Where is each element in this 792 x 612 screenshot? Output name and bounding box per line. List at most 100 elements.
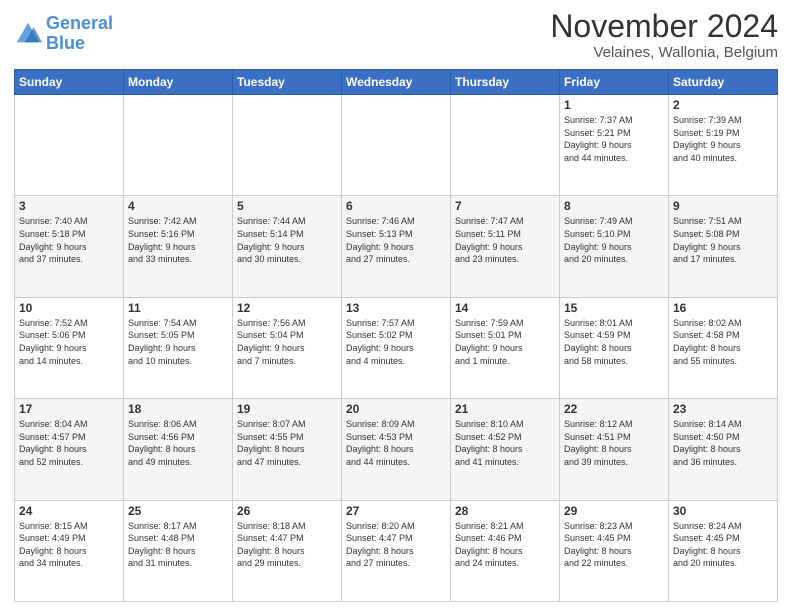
header: General Blue November 2024 Velaines, Wal…	[14, 10, 778, 61]
calendar-cell: 6 Sunrise: 7:46 AM Sunset: 5:13 PM Daylig…	[342, 196, 451, 297]
day-info: Sunrise: 7:46 AM Sunset: 5:13 PM Dayligh…	[346, 215, 446, 265]
calendar-cell: 24 Sunrise: 8:15 AM Sunset: 4:49 PM Dayli…	[15, 500, 124, 601]
month-title: November 2024	[550, 10, 778, 42]
day-info: Sunrise: 8:24 AM Sunset: 4:45 PM Dayligh…	[673, 520, 773, 570]
day-number: 6	[346, 199, 446, 213]
calendar-table: SundayMondayTuesdayWednesdayThursdayFrid…	[14, 69, 778, 602]
day-info: Sunrise: 8:17 AM Sunset: 4:48 PM Dayligh…	[128, 520, 228, 570]
calendar-cell: 28 Sunrise: 8:21 AM Sunset: 4:46 PM Dayli…	[451, 500, 560, 601]
calendar-cell: 9 Sunrise: 7:51 AM Sunset: 5:08 PM Daylig…	[669, 196, 778, 297]
col-header-saturday: Saturday	[669, 70, 778, 95]
col-header-tuesday: Tuesday	[233, 70, 342, 95]
day-number: 9	[673, 199, 773, 213]
day-info: Sunrise: 8:12 AM Sunset: 4:51 PM Dayligh…	[564, 418, 664, 468]
day-info: Sunrise: 7:52 AM Sunset: 5:06 PM Dayligh…	[19, 317, 119, 367]
day-info: Sunrise: 8:01 AM Sunset: 4:59 PM Dayligh…	[564, 317, 664, 367]
day-info: Sunrise: 8:23 AM Sunset: 4:45 PM Dayligh…	[564, 520, 664, 570]
day-number: 12	[237, 301, 337, 315]
calendar-week-0: 1 Sunrise: 7:37 AM Sunset: 5:21 PM Daylig…	[15, 95, 778, 196]
day-info: Sunrise: 7:54 AM Sunset: 5:05 PM Dayligh…	[128, 317, 228, 367]
day-number: 18	[128, 402, 228, 416]
day-info: Sunrise: 8:15 AM Sunset: 4:49 PM Dayligh…	[19, 520, 119, 570]
calendar-cell: 7 Sunrise: 7:47 AM Sunset: 5:11 PM Daylig…	[451, 196, 560, 297]
calendar-cell: 29 Sunrise: 8:23 AM Sunset: 4:45 PM Dayli…	[560, 500, 669, 601]
day-number: 2	[673, 98, 773, 112]
day-info: Sunrise: 7:37 AM Sunset: 5:21 PM Dayligh…	[564, 114, 664, 164]
day-info: Sunrise: 7:39 AM Sunset: 5:19 PM Dayligh…	[673, 114, 773, 164]
day-info: Sunrise: 8:21 AM Sunset: 4:46 PM Dayligh…	[455, 520, 555, 570]
location-title: Velaines, Wallonia, Belgium	[550, 44, 778, 61]
day-number: 17	[19, 402, 119, 416]
day-number: 28	[455, 504, 555, 518]
day-info: Sunrise: 7:44 AM Sunset: 5:14 PM Dayligh…	[237, 215, 337, 265]
day-number: 1	[564, 98, 664, 112]
day-number: 29	[564, 504, 664, 518]
day-info: Sunrise: 8:14 AM Sunset: 4:50 PM Dayligh…	[673, 418, 773, 468]
calendar-cell: 1 Sunrise: 7:37 AM Sunset: 5:21 PM Daylig…	[560, 95, 669, 196]
logo-text: General Blue	[46, 14, 113, 54]
calendar-cell: 2 Sunrise: 7:39 AM Sunset: 5:19 PM Daylig…	[669, 95, 778, 196]
calendar-cell: 18 Sunrise: 8:06 AM Sunset: 4:56 PM Dayli…	[124, 399, 233, 500]
calendar-cell: 3 Sunrise: 7:40 AM Sunset: 5:18 PM Daylig…	[15, 196, 124, 297]
day-info: Sunrise: 7:59 AM Sunset: 5:01 PM Dayligh…	[455, 317, 555, 367]
calendar-cell: 15 Sunrise: 8:01 AM Sunset: 4:59 PM Dayli…	[560, 297, 669, 398]
col-header-wednesday: Wednesday	[342, 70, 451, 95]
day-number: 16	[673, 301, 773, 315]
calendar-cell: 19 Sunrise: 8:07 AM Sunset: 4:55 PM Dayli…	[233, 399, 342, 500]
day-number: 20	[346, 402, 446, 416]
calendar-cell	[124, 95, 233, 196]
calendar-cell: 25 Sunrise: 8:17 AM Sunset: 4:48 PM Dayli…	[124, 500, 233, 601]
col-header-friday: Friday	[560, 70, 669, 95]
calendar-cell: 27Sunrise: 8:20 AM Sunset: 4:47 PM Dayli…	[342, 500, 451, 601]
day-info: Sunrise: 8:06 AM Sunset: 4:56 PM Dayligh…	[128, 418, 228, 468]
day-info: Sunrise: 7:49 AM Sunset: 5:10 PM Dayligh…	[564, 215, 664, 265]
day-number: 7	[455, 199, 555, 213]
day-number: 22	[564, 402, 664, 416]
day-number: 19	[237, 402, 337, 416]
day-number: 26	[237, 504, 337, 518]
calendar-cell	[15, 95, 124, 196]
day-number: 5	[237, 199, 337, 213]
day-number: 11	[128, 301, 228, 315]
logo-line1: General	[46, 13, 113, 33]
day-number: 23	[673, 402, 773, 416]
day-number: 25	[128, 504, 228, 518]
calendar-cell: 20Sunrise: 8:09 AM Sunset: 4:53 PM Dayli…	[342, 399, 451, 500]
calendar-cell	[451, 95, 560, 196]
day-info: Sunrise: 7:51 AM Sunset: 5:08 PM Dayligh…	[673, 215, 773, 265]
day-number: 8	[564, 199, 664, 213]
day-info: Sunrise: 7:42 AM Sunset: 5:16 PM Dayligh…	[128, 215, 228, 265]
day-number: 15	[564, 301, 664, 315]
calendar-cell: 16 Sunrise: 8:02 AM Sunset: 4:58 PM Dayli…	[669, 297, 778, 398]
calendar-header-row: SundayMondayTuesdayWednesdayThursdayFrid…	[15, 70, 778, 95]
calendar-week-4: 24 Sunrise: 8:15 AM Sunset: 4:49 PM Dayli…	[15, 500, 778, 601]
calendar-cell: 14Sunrise: 7:59 AM Sunset: 5:01 PM Dayli…	[451, 297, 560, 398]
col-header-sunday: Sunday	[15, 70, 124, 95]
day-number: 24	[19, 504, 119, 518]
calendar-cell: 11 Sunrise: 7:54 AM Sunset: 5:05 PM Dayli…	[124, 297, 233, 398]
calendar-cell: 23 Sunrise: 8:14 AM Sunset: 4:50 PM Dayli…	[669, 399, 778, 500]
logo: General Blue	[14, 10, 113, 54]
logo-icon	[14, 20, 42, 48]
day-info: Sunrise: 8:10 AM Sunset: 4:52 PM Dayligh…	[455, 418, 555, 468]
day-number: 10	[19, 301, 119, 315]
col-header-monday: Monday	[124, 70, 233, 95]
calendar-week-1: 3 Sunrise: 7:40 AM Sunset: 5:18 PM Daylig…	[15, 196, 778, 297]
day-info: Sunrise: 7:40 AM Sunset: 5:18 PM Dayligh…	[19, 215, 119, 265]
day-number: 21	[455, 402, 555, 416]
calendar-cell: 26Sunrise: 8:18 AM Sunset: 4:47 PM Dayli…	[233, 500, 342, 601]
calendar-cell	[233, 95, 342, 196]
page: General Blue November 2024 Velaines, Wal…	[0, 0, 792, 612]
day-info: Sunrise: 8:02 AM Sunset: 4:58 PM Dayligh…	[673, 317, 773, 367]
title-block: November 2024 Velaines, Wallonia, Belgiu…	[550, 10, 778, 61]
calendar-week-3: 17 Sunrise: 8:04 AM Sunset: 4:57 PM Dayli…	[15, 399, 778, 500]
day-number: 3	[19, 199, 119, 213]
calendar-cell	[342, 95, 451, 196]
calendar-cell: 5 Sunrise: 7:44 AM Sunset: 5:14 PM Daylig…	[233, 196, 342, 297]
calendar-cell: 10 Sunrise: 7:52 AM Sunset: 5:06 PM Dayli…	[15, 297, 124, 398]
col-header-thursday: Thursday	[451, 70, 560, 95]
day-info: Sunrise: 7:47 AM Sunset: 5:11 PM Dayligh…	[455, 215, 555, 265]
day-info: Sunrise: 8:07 AM Sunset: 4:55 PM Dayligh…	[237, 418, 337, 468]
day-info: Sunrise: 8:04 AM Sunset: 4:57 PM Dayligh…	[19, 418, 119, 468]
calendar-cell: 22 Sunrise: 8:12 AM Sunset: 4:51 PM Dayli…	[560, 399, 669, 500]
